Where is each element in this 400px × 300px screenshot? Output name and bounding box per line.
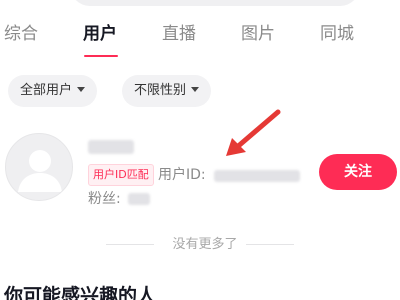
follow-button[interactable]: 关注: [319, 154, 397, 190]
tab-comprehensive[interactable]: 综合: [4, 22, 38, 46]
gender-filter[interactable]: 不限性别: [122, 75, 212, 107]
gender-filter-label: 不限性别: [134, 83, 187, 98]
fans-count-redacted: [128, 193, 150, 205]
search-bar[interactable]: [70, 0, 360, 6]
caret-down-icon: [77, 87, 86, 92]
tab-local[interactable]: 同城: [320, 22, 354, 46]
user-id-redacted: [214, 170, 300, 182]
no-more-text: 没有更多了: [172, 237, 238, 252]
user-id-match-badge: 用户ID匹配: [88, 164, 154, 186]
user-type-filter[interactable]: 全部用户: [8, 75, 98, 107]
user-type-filter-label: 全部用户: [20, 83, 73, 98]
tab-users[interactable]: 用户: [83, 22, 117, 46]
avatar[interactable]: [5, 133, 73, 201]
user-id-label: 用户ID:: [158, 167, 206, 183]
fans-label: 粉丝:: [88, 191, 121, 207]
caret-down-icon: [191, 87, 200, 92]
search-results-page: 综合 用户 直播 图片 同城 全部用户 不限性别 用户ID匹配 用户ID: 粉丝…: [0, 0, 400, 300]
divider-left: [106, 244, 154, 245]
divider-right: [246, 244, 294, 245]
red-arrow-icon: [226, 109, 281, 156]
default-avatar-icon: [18, 150, 62, 192]
recommended-section-title: 你可能感兴趣的人: [4, 285, 157, 300]
tab-images[interactable]: 图片: [241, 22, 275, 46]
username-redacted: [88, 140, 134, 154]
search-tabs: 综合 用户 直播 图片 同城: [0, 22, 400, 48]
active-tab-indicator: [84, 55, 118, 57]
tab-live[interactable]: 直播: [162, 22, 196, 46]
